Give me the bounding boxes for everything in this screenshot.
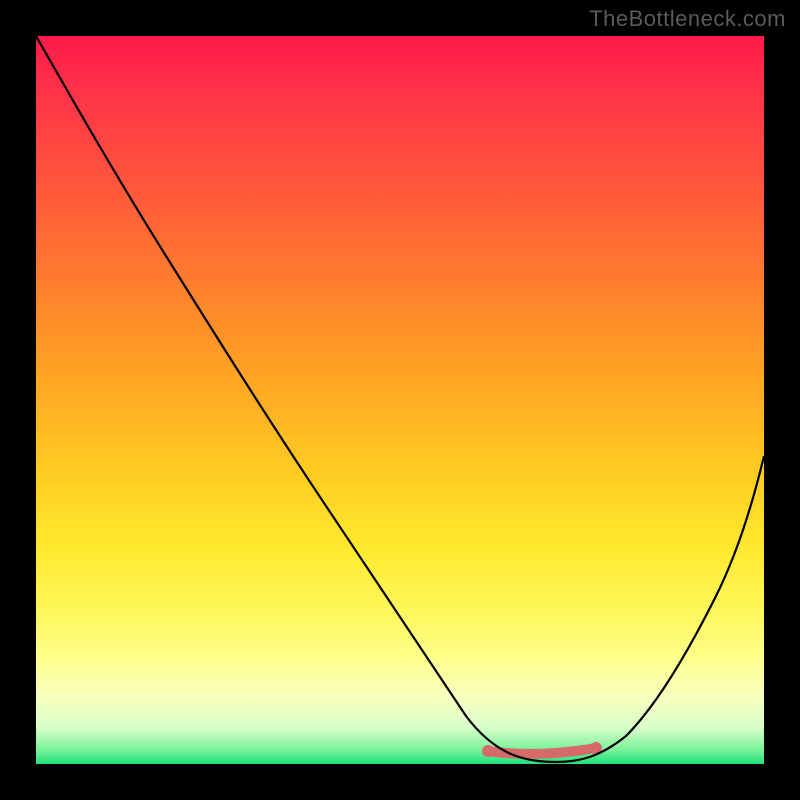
watermark-text: TheBottleneck.com [589,6,786,32]
bottleneck-curve-path [36,36,764,762]
chart-plot-area [36,36,764,764]
chart-svg [36,36,764,764]
optimal-range-start-marker [482,745,494,757]
